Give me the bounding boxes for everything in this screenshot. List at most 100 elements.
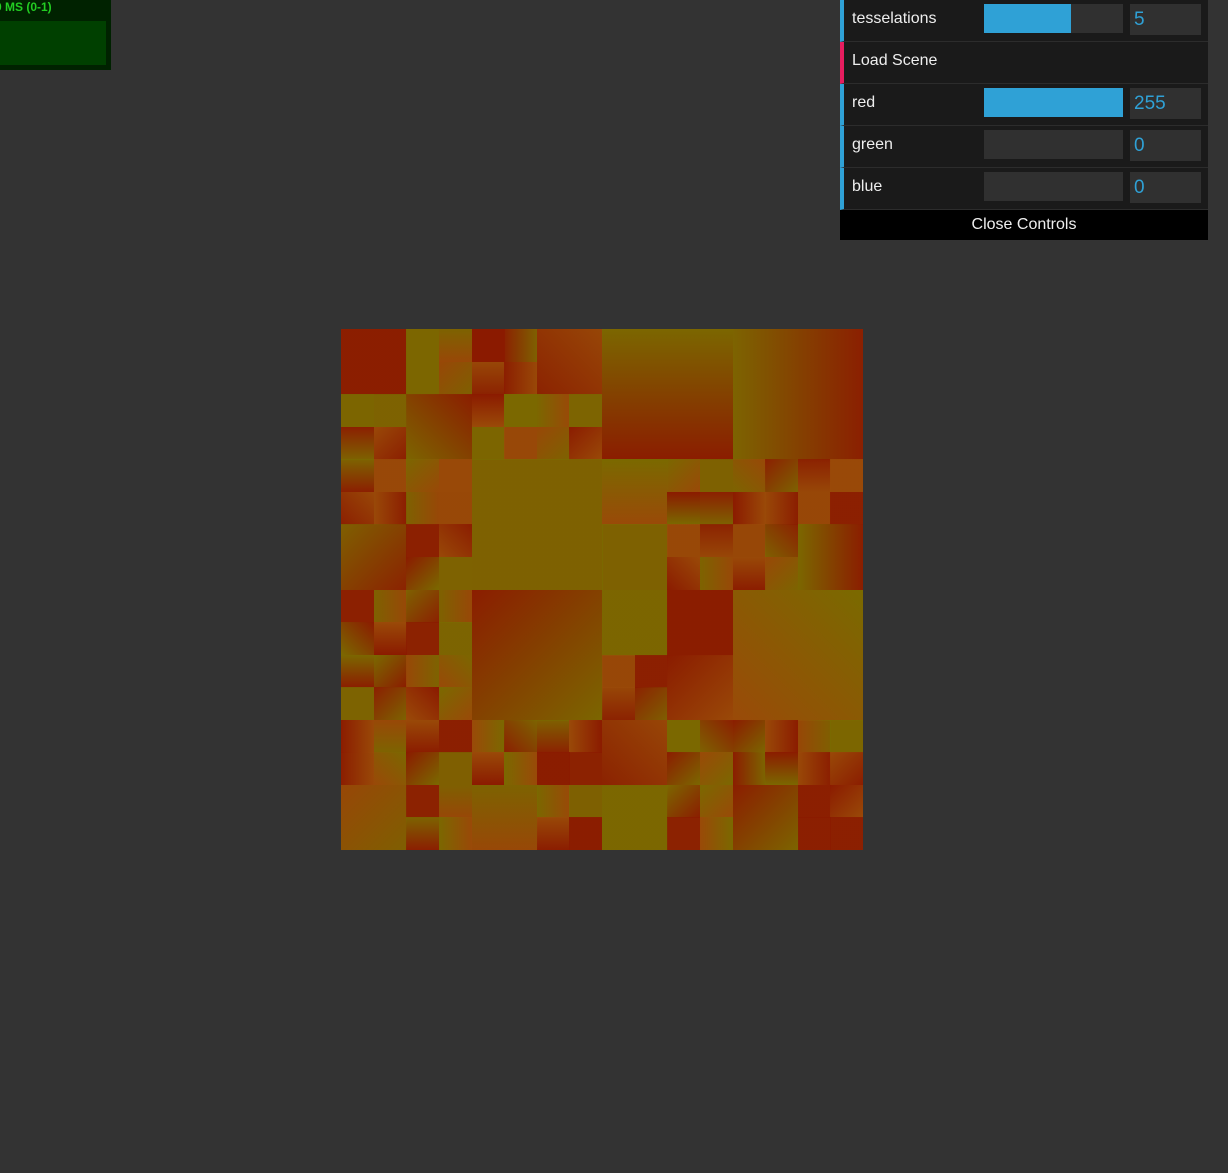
tessellation-cell bbox=[373, 459, 407, 493]
tessellation-cell bbox=[797, 784, 831, 818]
tessellation-cell bbox=[765, 556, 799, 590]
load-scene-label: Load Scene bbox=[852, 52, 938, 69]
tessellation-cell bbox=[667, 524, 701, 558]
tessellation-cell bbox=[438, 719, 472, 753]
green-slider[interactable] bbox=[984, 130, 1123, 159]
tessellation-cell bbox=[536, 329, 603, 395]
stats-ms-label: 0 MS (0-1) bbox=[0, 0, 52, 14]
tessellation-cell bbox=[732, 524, 766, 558]
tessellation-cell bbox=[471, 426, 505, 460]
tessellation-cell bbox=[406, 784, 440, 818]
tessellation-cell bbox=[471, 394, 505, 428]
tessellation-cell bbox=[765, 752, 799, 786]
scene-viewport: 0 MS (0-1) tesselations Load Scene red g… bbox=[0, 0, 1228, 1173]
control-row-green: green bbox=[840, 126, 1208, 168]
tesselations-slider-fill bbox=[984, 4, 1071, 33]
tessellation-cell bbox=[536, 784, 570, 818]
tessellation-cell bbox=[602, 719, 668, 786]
tessellation-cell bbox=[569, 817, 603, 850]
green-label: green bbox=[852, 136, 893, 153]
tesselations-label: tesselations bbox=[852, 10, 937, 27]
tessellation-cell bbox=[438, 654, 472, 688]
tessellation-cell bbox=[438, 817, 472, 850]
tessellation-cell bbox=[471, 784, 538, 850]
tessellation-cell bbox=[732, 719, 766, 753]
tessellation-cell bbox=[373, 394, 407, 428]
tessellation-cell bbox=[830, 752, 863, 786]
tessellation-cell bbox=[341, 491, 374, 525]
tessellation-cell bbox=[602, 654, 635, 688]
tessellation-cell bbox=[602, 589, 668, 656]
tessellation-cell bbox=[341, 752, 374, 786]
tessellation-cell bbox=[471, 459, 603, 591]
stats-panel[interactable]: 0 MS (0-1) bbox=[0, 0, 111, 70]
tessellation-cell bbox=[438, 524, 472, 558]
blue-slider[interactable] bbox=[984, 172, 1123, 201]
control-row-blue: blue bbox=[840, 168, 1208, 210]
tessellation-cell bbox=[830, 817, 863, 850]
close-controls-button[interactable]: Close Controls bbox=[840, 210, 1208, 240]
tessellation-cell bbox=[406, 361, 440, 395]
tessellation-cell bbox=[504, 426, 538, 460]
tessellation-cell bbox=[471, 329, 505, 362]
tessellation-cell bbox=[667, 784, 701, 818]
tessellation-cell bbox=[341, 524, 407, 591]
tessellation-cell bbox=[406, 491, 440, 525]
tessellation-cell bbox=[373, 622, 407, 656]
tessellation-cell bbox=[373, 687, 407, 721]
tessellation-cell bbox=[765, 459, 799, 493]
tessellation-cell bbox=[602, 459, 668, 526]
tessellation-cell bbox=[602, 524, 668, 591]
tessellation-cell bbox=[406, 817, 440, 850]
tessellation-cell bbox=[341, 589, 374, 623]
tessellation-cell bbox=[667, 654, 734, 721]
tessellation-cell bbox=[341, 719, 374, 753]
tessellation-cell bbox=[406, 654, 440, 688]
tessellation-cell bbox=[732, 556, 766, 590]
tessellation-cell bbox=[536, 752, 570, 786]
tessellation-cell bbox=[341, 654, 374, 688]
blue-input[interactable] bbox=[1130, 172, 1201, 203]
tessellation-cell bbox=[504, 752, 538, 786]
control-row-tesselations: tesselations bbox=[840, 0, 1208, 42]
tessellation-cell bbox=[373, 719, 407, 753]
tessellation-cell bbox=[406, 556, 440, 590]
tessellation-cell bbox=[373, 426, 407, 460]
tessellation-cell bbox=[438, 556, 472, 590]
tessellation-cell bbox=[341, 622, 374, 656]
tesselations-input[interactable] bbox=[1130, 4, 1201, 35]
green-input[interactable] bbox=[1130, 130, 1201, 161]
tessellation-cell bbox=[699, 719, 733, 753]
tessellation-cell bbox=[830, 719, 863, 753]
tessellation-cell bbox=[406, 589, 440, 623]
tessellation-cell bbox=[699, 817, 733, 850]
tessellation-cell bbox=[732, 752, 766, 786]
load-scene-button[interactable]: Load Scene bbox=[840, 42, 1208, 84]
tessellation-cell bbox=[438, 459, 472, 493]
red-input[interactable] bbox=[1130, 88, 1201, 119]
tessellation-cell bbox=[471, 752, 505, 786]
tessellation-cell bbox=[504, 361, 538, 395]
tessellation-cell bbox=[438, 491, 472, 525]
tessellation-cell bbox=[699, 459, 733, 493]
tessellation-cell bbox=[341, 687, 374, 721]
tessellation-cell bbox=[699, 491, 733, 525]
tessellation-cell bbox=[438, 589, 472, 623]
tesselations-slider[interactable] bbox=[984, 4, 1123, 33]
tessellation-cell bbox=[406, 719, 440, 753]
tessellation-cell bbox=[765, 524, 799, 558]
tessellated-square bbox=[341, 329, 863, 850]
tessellation-cell bbox=[667, 556, 701, 590]
tessellation-cell bbox=[438, 752, 472, 786]
tessellation-cell bbox=[569, 719, 603, 753]
tessellation-cell bbox=[569, 752, 603, 786]
tessellation-cell bbox=[406, 687, 440, 721]
tessellation-cell bbox=[438, 622, 472, 656]
red-slider[interactable] bbox=[984, 88, 1123, 117]
tessellation-cell bbox=[634, 654, 668, 688]
tessellation-cell bbox=[341, 459, 374, 493]
tessellation-cell bbox=[536, 394, 570, 428]
tessellation-cell bbox=[667, 752, 701, 786]
tessellation-cell bbox=[765, 719, 799, 753]
tessellation-cell bbox=[732, 589, 863, 721]
